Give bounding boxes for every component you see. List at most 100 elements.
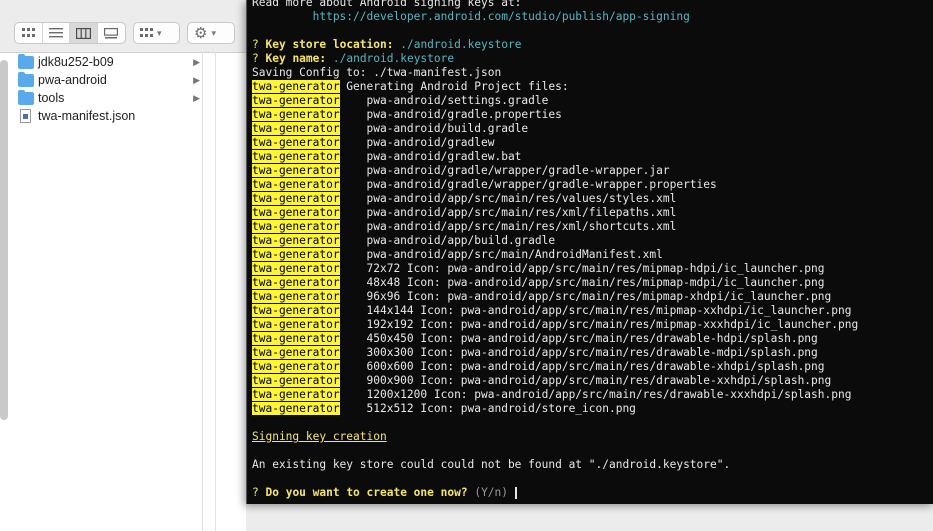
twa-generator-tag: twa-generator — [252, 262, 340, 275]
generated-file-path: 1200x1200 Icon: pwa-android/app/src/main… — [339, 388, 852, 401]
generated-file-path: pwa-android/settings.gradle — [339, 94, 549, 107]
terminal-text: Read more about Android signing keys at: — [252, 0, 522, 9]
column-divider[interactable] — [215, 52, 216, 531]
generated-file-path: 144x144 Icon: pwa-android/app/src/main/r… — [339, 304, 852, 317]
list-item[interactable]: twa-manifest.json — [18, 107, 204, 125]
gear-icon: ⚙ — [194, 24, 208, 42]
twa-generator-tag: twa-generator — [252, 192, 340, 205]
list-view-button[interactable] — [43, 23, 70, 43]
finder-toolbar: ▾ ⚙ ▾ — [0, 0, 246, 53]
generated-file-line: twa-generator 600x600 Icon: pwa-android/… — [252, 360, 825, 374]
text-cursor — [514, 487, 517, 499]
twa-generator-tag: twa-generator — [252, 164, 340, 177]
generated-file-line: twa-generator pwa-android/gradle/wrapper… — [252, 178, 717, 192]
generated-file-path: 900x900 Icon: pwa-android/app/src/main/r… — [339, 374, 832, 387]
generated-file-line: twa-generator pwa-android/app/src/main/A… — [252, 248, 663, 262]
folder-icon — [18, 71, 34, 87]
generated-file-line: twa-generator pwa-android/gradle.propert… — [252, 108, 562, 122]
generated-file-line: twa-generator 900x900 Icon: pwa-android/… — [252, 374, 831, 388]
generated-file-path: 48x48 Icon: pwa-android/app/src/main/res… — [339, 276, 825, 289]
column-divider[interactable] — [202, 52, 203, 531]
generated-file-line: twa-generator pwa-android/gradlew.bat — [252, 150, 521, 164]
generated-file-path: 192x192 Icon: pwa-android/app/src/main/r… — [339, 318, 859, 331]
twa-generator-tag: twa-generator — [252, 136, 340, 149]
generated-file-line: twa-generator 48x48 Icon: pwa-android/ap… — [252, 276, 825, 290]
action-menu-button[interactable]: ⚙ ▾ — [187, 22, 235, 44]
disclosure-arrow-icon: ▶ — [193, 92, 200, 103]
folder-icon — [18, 89, 34, 105]
json-file-icon — [20, 109, 31, 123]
chevron-down-icon: ▾ — [157, 27, 162, 38]
generated-file-line: twa-generator pwa-android/build.gradle — [252, 122, 528, 136]
twa-generator-tag: twa-generator — [252, 374, 340, 387]
question-mark: ? — [252, 486, 259, 499]
generated-file-line: twa-generator pwa-android/gradle/wrapper… — [252, 164, 670, 178]
generated-file-path: pwa-android/gradle/wrapper/gradle-wrappe… — [339, 178, 717, 191]
generated-file-line: twa-generator 72x72 Icon: pwa-android/ap… — [252, 262, 825, 276]
generated-file-line: twa-generator 1200x1200 Icon: pwa-androi… — [252, 388, 851, 402]
generated-file-line: twa-generator pwa-android/app/src/main/r… — [252, 206, 676, 220]
item-name: twa-manifest.json — [38, 109, 136, 123]
generated-file-path: 512x512 Icon: pwa-android/store_icon.png — [339, 402, 636, 415]
generated-file-line: twa-generator pwa-android/gradlew — [252, 136, 494, 150]
generated-file-path: pwa-android/build.gradle — [339, 122, 529, 135]
prompt-hint: (Y/n) — [474, 486, 509, 499]
column-view-icon — [75, 27, 91, 39]
view-mode-segmented-control — [14, 22, 126, 44]
list-view-icon — [48, 28, 63, 38]
terminal-text: Saving Config to: ./twa-manifest.json — [252, 66, 502, 79]
generated-file-path: pwa-android/gradle.properties — [339, 108, 562, 121]
folder-icon — [18, 53, 34, 69]
generated-file-line: twa-generator pwa-android/settings.gradl… — [252, 94, 548, 108]
finder-window: ▾ ⚙ ▾ jdk8u252-b09 ▶ pwa-android ▶ tools… — [0, 0, 246, 531]
create-keystore-prompt[interactable]: ? Do you want to create one now? (Y/n) — [252, 486, 517, 500]
generated-file-path: 450x450 Icon: pwa-android/app/src/main/r… — [339, 332, 818, 345]
twa-generator-tag: twa-generator — [252, 402, 340, 415]
prompt-value: ./android.keystore — [400, 38, 522, 51]
column-view-button[interactable] — [70, 23, 98, 43]
list-item[interactable]: jdk8u252-b09 ▶ — [18, 53, 204, 71]
twa-generator-tag: twa-generator — [252, 80, 340, 93]
twa-generator-tag: twa-generator — [252, 220, 340, 233]
signing-heading: Signing key creation — [252, 430, 387, 443]
twa-generator-tag: twa-generator — [252, 122, 340, 135]
twa-generator-tag: twa-generator — [252, 206, 340, 219]
generated-file-path: pwa-android/gradle/wrapper/gradle-wrappe… — [339, 164, 670, 177]
twa-generator-tag: twa-generator — [252, 360, 340, 373]
list-item[interactable]: tools ▶ — [18, 89, 204, 107]
sidebar-scrollbar[interactable] — [0, 60, 8, 420]
generated-file-path: 72x72 Icon: pwa-android/app/src/main/res… — [339, 262, 825, 275]
terminal-window[interactable]: Read more about Android signing keys at:… — [246, 0, 933, 504]
prompt-value: ./android.keystore — [332, 52, 455, 65]
twa-generator-tag: twa-generator — [252, 290, 340, 303]
icon-view-button[interactable] — [15, 23, 43, 43]
chevron-down-icon: ▾ — [211, 27, 216, 38]
generated-file-line: twa-generator 512x512 Icon: pwa-android/… — [252, 402, 636, 416]
generated-file-path: pwa-android/app/build.gradle — [339, 234, 556, 247]
item-name: pwa-android — [38, 73, 107, 87]
generated-file-path: pwa-android/gradlew — [339, 136, 495, 149]
twa-generator-tag: twa-generator — [252, 178, 340, 191]
keystore-location-line: ? Key store location: ./android.keystore — [252, 38, 521, 52]
list-item[interactable]: pwa-android ▶ — [18, 71, 204, 89]
prompt-label: Do you want to create one now? — [265, 486, 468, 499]
question-mark: ? — [252, 38, 259, 51]
group-by-button[interactable]: ▾ — [133, 22, 180, 44]
gallery-view-icon — [104, 27, 119, 38]
twa-generator-tag: twa-generator — [252, 234, 340, 247]
generated-file-line: twa-generator pwa-android/app/src/main/r… — [252, 220, 676, 234]
item-name: tools — [38, 91, 65, 105]
twa-generator-tag: twa-generator — [252, 346, 340, 359]
twa-generator-tag: twa-generator — [252, 304, 340, 317]
twa-generator-tag: twa-generator — [252, 150, 340, 163]
question-mark: ? — [252, 52, 259, 65]
signing-docs-url[interactable]: https://developer.android.com/studio/pub… — [252, 10, 690, 24]
generating-line: twa-generator Generating Android Project… — [252, 80, 569, 94]
prompt-label: Key name: — [265, 52, 327, 65]
generated-file-path: pwa-android/app/src/main/res/xml/shortcu… — [339, 220, 677, 233]
generated-file-line: twa-generator pwa-android/app/build.grad… — [252, 234, 555, 248]
twa-generator-tag: twa-generator — [252, 318, 340, 331]
generated-file-line: twa-generator 96x96 Icon: pwa-android/ap… — [252, 290, 831, 304]
generated-file-path: 96x96 Icon: pwa-android/app/src/main/res… — [339, 290, 832, 303]
gallery-view-button[interactable] — [98, 23, 125, 43]
